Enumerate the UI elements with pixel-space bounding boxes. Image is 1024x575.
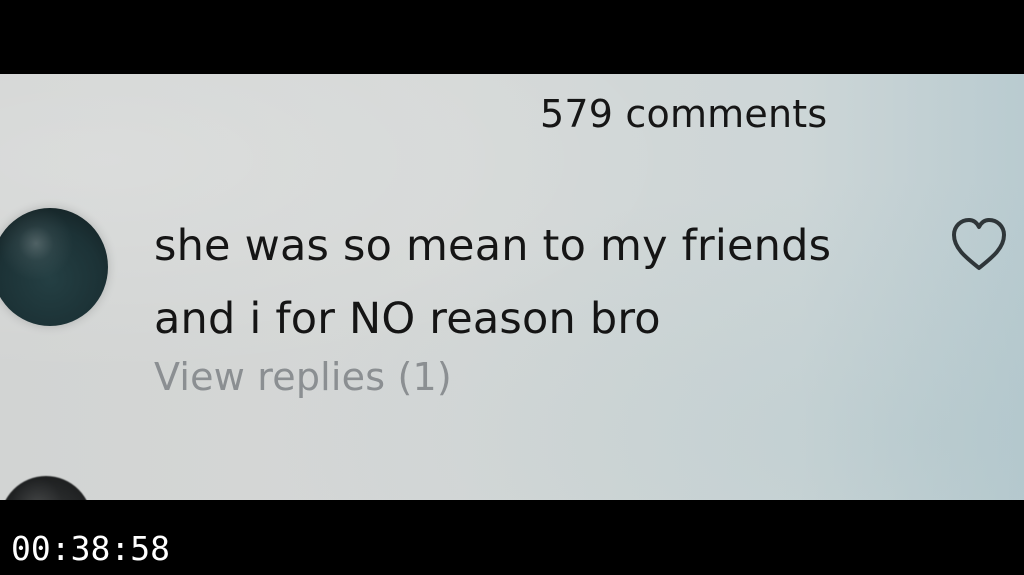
heart-outline-icon — [952, 218, 1006, 270]
commenter-avatar[interactable] — [0, 208, 108, 326]
comments-count-label: 579 comments — [540, 92, 828, 136]
like-button[interactable] — [944, 214, 1014, 274]
view-replies-link[interactable]: View replies (1) — [154, 355, 452, 399]
comment-line-2: and i for NO reason bro — [154, 294, 661, 344]
next-comment-avatar[interactable] — [0, 476, 92, 500]
video-frame: 579 comments she was so mean to my frien… — [0, 0, 1024, 575]
comments-screen: 579 comments she was so mean to my frien… — [0, 74, 1024, 500]
comment-body: she was so mean to my friends and i for … — [154, 210, 934, 356]
comment-line-1: she was so mean to my friends — [154, 221, 832, 271]
video-timestamp: 00:38:58 — [11, 529, 170, 568]
